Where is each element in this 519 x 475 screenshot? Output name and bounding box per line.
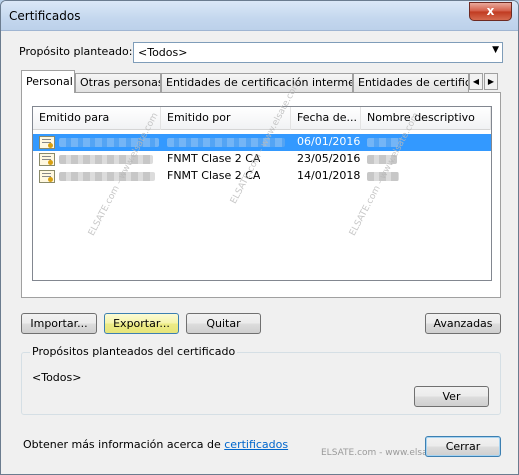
certificates-dialog: Certificados x Propósito planteado: <Tod… — [0, 0, 519, 475]
chevron-right-icon[interactable]: ▶ — [484, 73, 498, 90]
tab-entidades-intermedias[interactable]: Entidades de certificación intermedias — [161, 73, 353, 92]
tab-label: Entidades de certificación intermedias — [166, 76, 352, 89]
info-line: Obtener más información acerca de certif… — [23, 438, 288, 451]
certificate-icon — [39, 136, 55, 149]
close-window-button[interactable]: x — [469, 2, 512, 21]
tab-label: Otras personas — [80, 76, 161, 89]
tab-personal[interactable]: Personal — [21, 70, 75, 93]
window-title: Certificados — [9, 9, 81, 23]
tab-label: Entidades de certificaci — [358, 76, 468, 89]
column-header-date[interactable]: Fecha de... — [291, 107, 361, 130]
list-header: Emitido para Emitido por Fecha de... Nom… — [33, 107, 491, 130]
date-cell: 14/01/2018 — [297, 169, 361, 182]
issued-by-cell: FNMT Clase 2 CA — [167, 152, 261, 165]
purpose-dropdown-value: <Todos> — [138, 46, 188, 59]
tab-panel-personal: Emitido para Emitido por Fecha de... Nom… — [21, 92, 501, 298]
redacted-text — [59, 171, 155, 181]
list-item[interactable]: FNMT Clase 2 CA 14/01/2018 — [33, 168, 491, 185]
import-button[interactable]: Importar... — [21, 313, 97, 334]
certificate-purposes-group: Propósitos planteados del certificado <T… — [21, 345, 501, 415]
column-header-issued-to[interactable]: Emitido para — [33, 107, 161, 130]
info-text: Obtener más información acerca de — [23, 438, 225, 451]
certificate-icon — [39, 153, 55, 166]
issued-to-cell — [59, 168, 155, 184]
chevron-left-icon[interactable]: ◀ — [469, 73, 483, 90]
tab-otras-personas[interactable]: Otras personas — [75, 73, 161, 92]
tab-scroll-buttons: ◀ ▶ — [469, 73, 499, 90]
certificate-icon — [39, 170, 55, 183]
export-button[interactable]: Exportar... — [104, 313, 179, 334]
certificate-purposes-value: <Todos> — [32, 371, 82, 384]
date-cell: 23/05/2016 — [297, 152, 361, 165]
close-button[interactable]: Cerrar — [425, 436, 501, 457]
tab-entidades-raiz[interactable]: Entidades de certificaci — [353, 73, 469, 92]
date-cell: 06/01/2016 — [297, 135, 361, 148]
remove-button[interactable]: Quitar — [186, 313, 261, 334]
purpose-label: Propósito planteado: — [19, 45, 133, 58]
title-bar[interactable]: Certificados x — [1, 1, 518, 31]
column-header-friendly-name[interactable]: Nombre descriptivo — [361, 107, 491, 130]
view-button[interactable]: Ver — [414, 386, 489, 407]
certificates-link[interactable]: certificados — [224, 438, 288, 451]
certificate-tabs: Personal Otras personas Entidades de cer… — [21, 70, 501, 93]
close-icon: x — [486, 4, 495, 18]
certificate-list[interactable]: Emitido para Emitido por Fecha de... Nom… — [32, 106, 492, 281]
advanced-button[interactable]: Avanzadas — [425, 313, 501, 334]
chevron-down-icon: ▼ — [492, 45, 499, 55]
purpose-dropdown[interactable]: <Todos> ▼ — [133, 42, 503, 63]
tab-label: Personal — [26, 75, 73, 88]
group-title: Propósitos planteados del certificado — [30, 345, 238, 358]
